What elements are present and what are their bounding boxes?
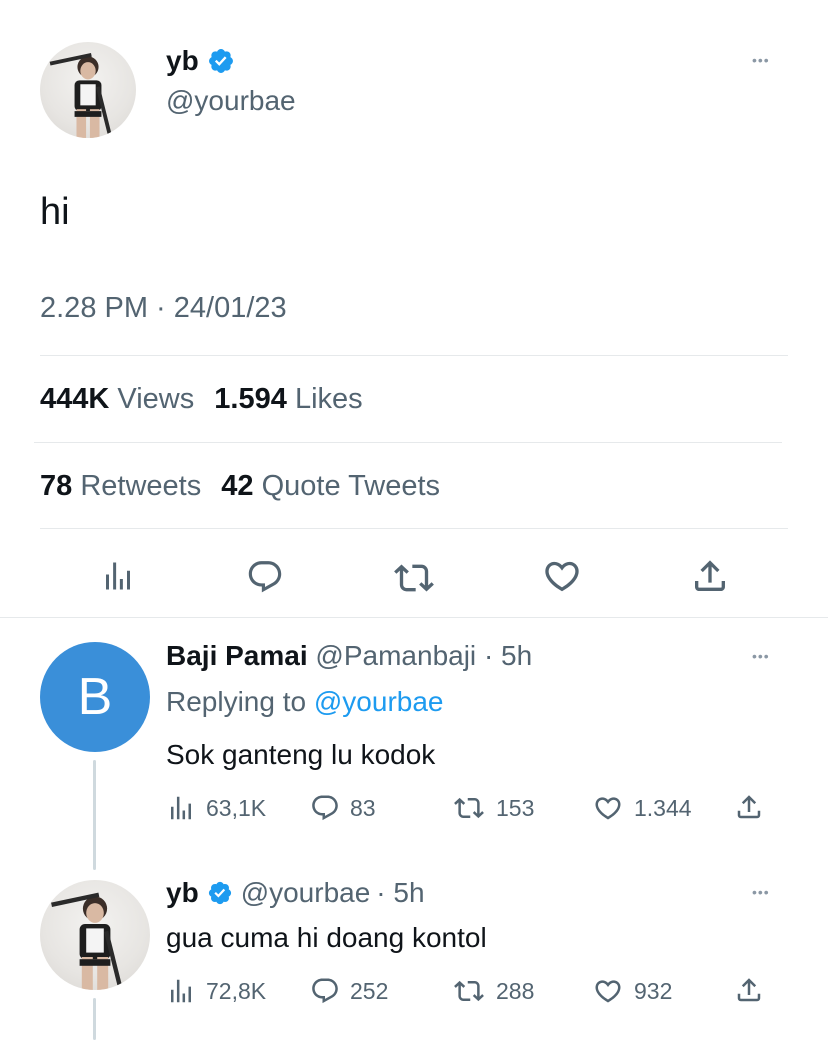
retweet-button[interactable]: 288 [452, 976, 534, 1006]
like-icon [592, 976, 624, 1006]
analytics-icon [166, 976, 196, 1006]
thread-line [93, 998, 96, 1040]
likes-stat[interactable]: 1.594 Likes [214, 383, 362, 415]
reply-button[interactable]: 252 [310, 976, 388, 1006]
retweets-count: 78 [40, 470, 73, 502]
share-icon [734, 792, 764, 822]
retweet-count: 153 [496, 794, 535, 821]
reply-header: Baji Pamai @Pamanbaji · 5h [166, 639, 532, 673]
reply-text: gua cuma hi doang kontol [166, 922, 487, 953]
verified-badge-icon [207, 47, 235, 75]
avatar-letter: B [77, 668, 113, 726]
more-icon[interactable]: ••• [752, 884, 770, 900]
views-label: Views [117, 383, 195, 415]
views-stat[interactable]: 444K Views [40, 383, 202, 415]
analytics-icon [100, 558, 136, 594]
share-button[interactable] [734, 975, 764, 1005]
retweet-icon [452, 793, 486, 823]
author-handle[interactable]: @yourbae [241, 876, 371, 910]
retweet-button[interactable] [394, 558, 434, 598]
views-count: 63,1K [206, 794, 267, 821]
share-button[interactable] [734, 792, 764, 822]
engagement-stats-row-1: 444K Views 1.594 Likes [40, 381, 363, 417]
share-button[interactable] [690, 556, 730, 596]
analytics-button[interactable] [100, 558, 136, 594]
replying-to-handle[interactable]: @yourbae [314, 686, 444, 717]
reply-icon [310, 976, 340, 1006]
reply-header: yb @yourbae · 5h [166, 876, 425, 910]
like-button[interactable]: 1.344 [592, 793, 692, 823]
like-count: 932 [634, 977, 673, 1004]
retweets-stat[interactable]: 78 Retweets [40, 470, 209, 502]
author-name[interactable]: yb [166, 44, 199, 78]
likes-count: 1.594 [214, 383, 287, 415]
views-count: 444K [40, 383, 110, 415]
tweet-text: hi [40, 191, 70, 233]
retweet-icon [452, 976, 486, 1006]
reply-count: 252 [350, 977, 389, 1004]
reply-icon [310, 793, 340, 823]
share-icon [690, 556, 730, 596]
author-name[interactable]: yb [166, 876, 199, 910]
verified-badge-icon [207, 880, 233, 906]
quotes-count: 42 [221, 470, 254, 502]
retweet-button[interactable]: 153 [452, 793, 534, 823]
divider [34, 442, 782, 443]
likes-label: Likes [294, 383, 363, 415]
author-handle[interactable]: @Pamanbaji [315, 640, 476, 671]
retweet-icon [394, 558, 434, 598]
views-button[interactable]: 72,8K [166, 976, 266, 1006]
reply-icon [246, 558, 284, 596]
quote-tweets-stat[interactable]: 42 Quote Tweets [221, 470, 440, 502]
avatar[interactable]: B [40, 642, 150, 752]
avatar[interactable] [40, 880, 150, 990]
profile-photo-icon [40, 880, 150, 990]
like-count: 1.344 [634, 794, 692, 821]
divider [40, 355, 788, 356]
reply-count: 83 [350, 794, 376, 821]
retweets-label: Retweets [80, 470, 202, 502]
like-button[interactable]: 932 [592, 976, 672, 1006]
engagement-stats-row-2: 78 Retweets 42 Quote Tweets [40, 468, 440, 504]
tweet-time[interactable]: · 5h [376, 876, 424, 910]
profile-photo-icon [40, 42, 136, 138]
author-name[interactable]: Baji Pamai [166, 640, 308, 671]
more-icon[interactable]: ••• [752, 52, 770, 68]
reply-button[interactable] [246, 558, 284, 596]
divider [40, 528, 788, 529]
divider [0, 617, 828, 618]
like-button[interactable] [542, 556, 582, 596]
reply-text: Sok ganteng lu kodok [166, 739, 436, 770]
author-handle[interactable]: @yourbae [166, 84, 296, 118]
tweet-timestamp[interactable]: 2.28 PM · 24/01/23 [40, 290, 287, 326]
like-icon [592, 793, 624, 823]
thread-line [93, 760, 96, 870]
like-icon [542, 556, 582, 596]
views-button[interactable]: 63,1K [166, 793, 266, 823]
avatar[interactable] [40, 42, 136, 138]
retweet-count: 288 [496, 977, 535, 1004]
tweet-time[interactable]: · 5h [484, 640, 532, 671]
replying-to: Replying to @yourbae [166, 685, 443, 719]
share-icon [734, 975, 764, 1005]
quotes-label: Quote Tweets [261, 470, 441, 502]
analytics-icon [166, 793, 196, 823]
more-icon[interactable]: ••• [752, 648, 770, 664]
views-count: 72,8K [206, 977, 267, 1004]
replying-to-label: Replying to [166, 686, 307, 717]
reply-button[interactable]: 83 [310, 793, 376, 823]
